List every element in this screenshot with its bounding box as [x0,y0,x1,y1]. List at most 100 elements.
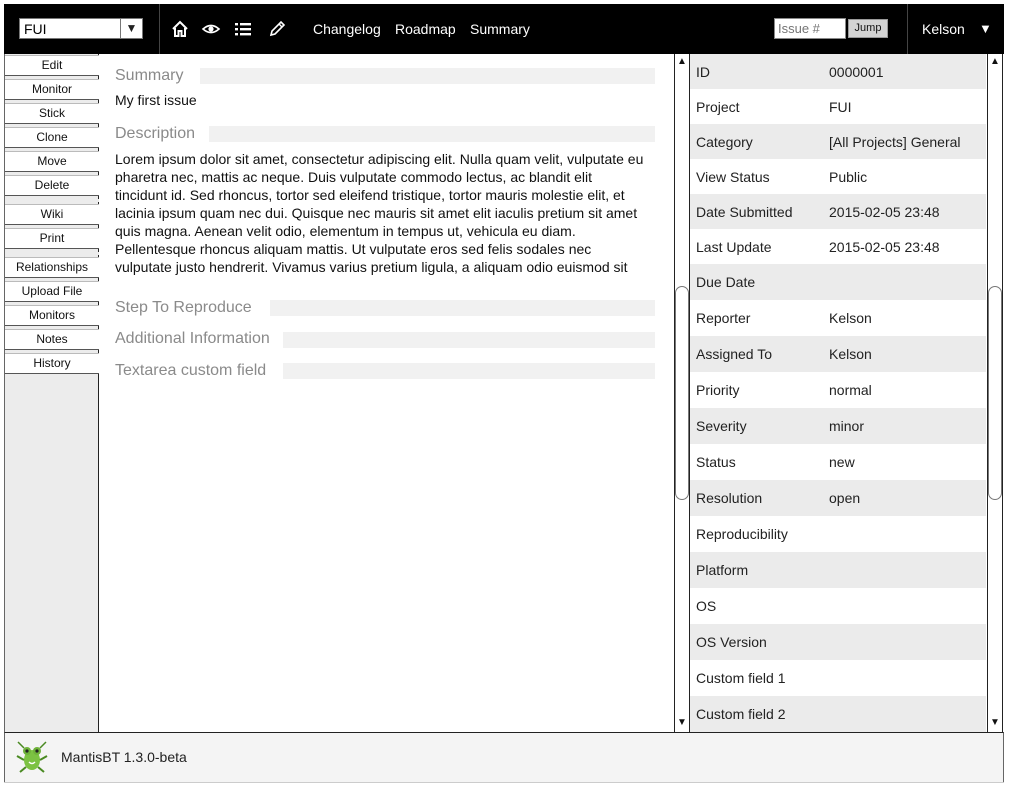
scroll-down-icon[interactable]: ▼ [675,716,689,730]
property-value: 2015-02-05 23:48 [829,204,940,220]
property-value: 2015-02-05 23:48 [829,239,940,255]
property-key: Resolution [696,490,763,506]
property-key: View Status [696,169,770,185]
property-key: Custom field 1 [696,670,786,686]
summary-heading: Summary [115,67,184,84]
divider [283,332,655,348]
scroll-thumb[interactable] [988,286,1002,500]
project-select[interactable]: FUI ▼ [19,18,143,39]
property-row: Reproducibility [690,516,986,552]
divider [5,199,99,202]
divider [200,68,655,84]
nav-link-changelog[interactable]: Changelog [313,21,381,37]
move-button[interactable]: Move [5,151,99,172]
property-row: Resolution open [690,480,986,516]
user-menu[interactable]: Kelson [922,21,965,37]
project-select-value: FUI [24,21,47,37]
property-value: Kelson [829,310,872,326]
property-row: Date Submitted 2015-02-05 23:48 [690,194,986,229]
delete-button[interactable]: Delete [5,175,99,196]
issue-content: Summary My first issue Description Lorem… [100,54,674,732]
property-key: Severity [696,418,747,434]
chevron-down-icon[interactable]: ▼ [120,19,142,38]
property-key: Due Date [696,274,756,290]
property-key: Status [696,454,736,470]
property-value: 0000001 [829,64,884,80]
scroll-up-icon[interactable]: ▲ [675,55,689,69]
wiki-button[interactable]: Wiki [5,204,99,225]
property-key: Reporter [696,310,751,326]
footer: MantisBT 1.3.0-beta [4,732,1004,782]
description-line: vulputate justo hendrerit. Vivamus variu… [115,259,628,275]
property-key: Date Submitted [696,204,793,220]
issue-properties: ID 0000001 Project FUI Category [All Projec… [690,54,986,732]
summary-text: My first issue [115,92,197,108]
property-value: normal [829,382,872,398]
divider [283,363,655,379]
property-row: Severity minor [690,408,986,444]
property-key: Last Update [696,239,772,255]
description-line: tincidunt id. Sed rhoncus, tortor sed el… [115,187,625,203]
property-key: Reproducibility [696,526,788,542]
scroll-thumb[interactable] [675,286,689,500]
upload-file-button[interactable]: Upload File [5,281,99,302]
textarea-field-heading: Textarea custom field [115,362,267,379]
list-icon[interactable] [233,19,253,39]
divider [159,4,160,54]
jump-button[interactable]: Jump [848,19,888,38]
property-row: Custom field 2 [690,696,986,732]
print-button[interactable]: Print [5,228,99,249]
nav-link-roadmap[interactable]: Roadmap [395,21,456,37]
property-key: ID [696,64,710,80]
property-row: Reporter Kelson [690,300,986,336]
monitors-button[interactable]: Monitors [5,305,99,326]
scroll-up-icon[interactable]: ▲ [988,55,1002,69]
property-row: Custom field 1 [690,660,986,696]
pencil-icon[interactable] [267,19,287,39]
property-row: Last Update 2015-02-05 23:48 [690,229,986,264]
edit-button[interactable]: Edit [5,55,99,76]
property-value: [All Projects] General [829,134,961,150]
divider [907,4,908,54]
description-text: Lorem ipsum dolor sit amet, consectetur … [115,150,665,276]
additional-info-heading: Additional Information [115,330,270,347]
property-key: Custom field 2 [696,706,786,722]
monitor-button[interactable]: Monitor [5,79,99,100]
issue-number-input[interactable] [774,18,846,39]
property-value: Kelson [829,346,872,362]
top-bar: FUI ▼ Changelog Roadmap Summary Jump Kel… [4,4,1004,54]
caret-down-icon[interactable]: ▼ [979,21,992,36]
property-key: Priority [696,382,740,398]
property-value: open [829,490,861,506]
description-line: quis magna. Aenean velit odio, elementum… [115,223,576,239]
property-row: Category [All Projects] General [690,124,986,159]
description-heading: Description [115,125,196,142]
notes-button[interactable]: Notes [5,329,99,350]
properties-scrollbar[interactable]: ▲ ▼ [987,54,1003,732]
property-row: Status new [690,444,986,480]
property-row: ID 0000001 [690,54,986,89]
property-key: OS [696,598,717,614]
history-button[interactable]: History [5,353,99,374]
clone-button[interactable]: Clone [5,127,99,148]
property-row: Project FUI [690,89,986,124]
property-value: FUI [829,99,852,115]
scroll-down-icon[interactable]: ▼ [988,716,1002,730]
divider [5,252,99,255]
property-row: Due Date [690,264,986,300]
stick-button[interactable]: Stick [5,103,99,124]
relationships-button[interactable]: Relationships [5,257,99,278]
property-key: Platform [696,562,749,578]
description-line: pharetra nec, mattis ac neque. Duis vulp… [115,169,593,185]
home-icon[interactable] [170,19,190,39]
property-value: Public [829,169,868,185]
property-value: new [829,454,855,470]
nav-link-summary[interactable]: Summary [470,21,530,37]
divider [270,300,655,316]
property-row: Priority normal [690,372,986,408]
eye-icon[interactable] [201,19,221,39]
divider [209,126,655,142]
property-row: OS [690,588,986,624]
description-line: lacinia ipsum quam nec dui. Quisque nec … [115,205,638,221]
content-scrollbar[interactable]: ▲ ▼ [674,54,690,732]
